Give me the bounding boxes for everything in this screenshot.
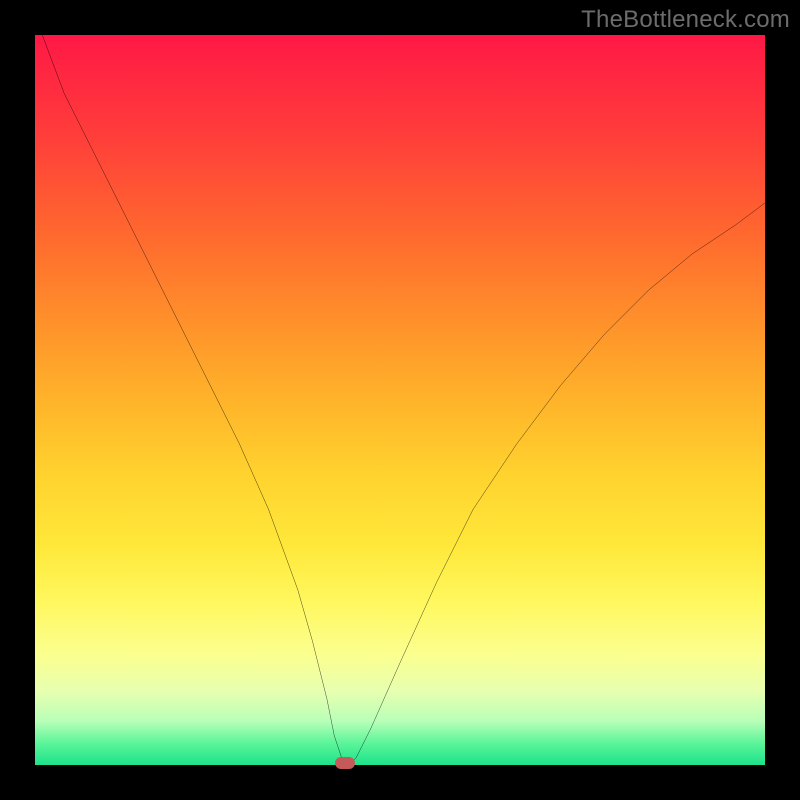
plot-area: [35, 35, 765, 765]
bottleneck-curve: [35, 35, 765, 765]
watermark-text: TheBottleneck.com: [581, 6, 790, 34]
minimum-marker: [335, 757, 355, 769]
chart-frame: TheBottleneck.com: [0, 0, 800, 800]
